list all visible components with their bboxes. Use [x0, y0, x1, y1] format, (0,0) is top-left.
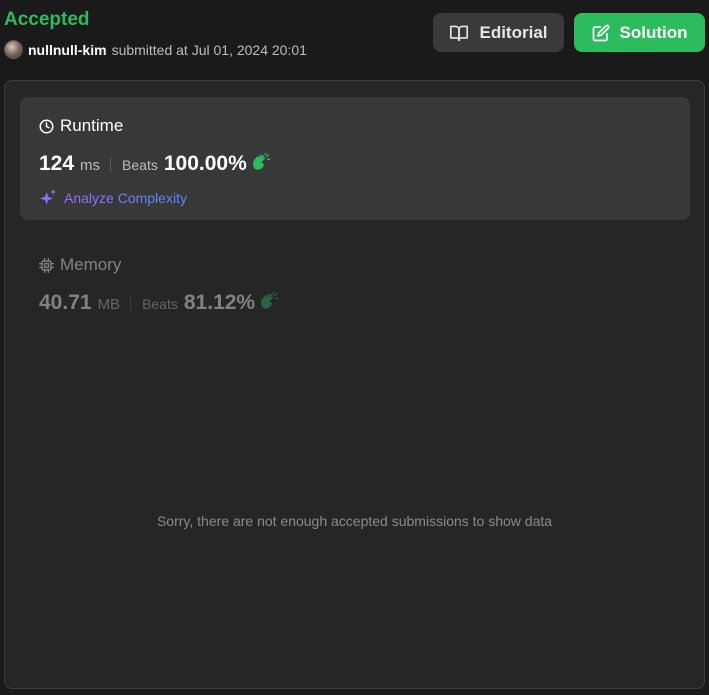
runtime-title: Runtime	[39, 116, 123, 136]
runtime-card[interactable]: Runtime 124 ms Beats 100.00% Analyze Com…	[20, 97, 690, 220]
editorial-button-label: Editorial	[479, 22, 548, 42]
username-link[interactable]: nullnull-kim	[28, 42, 107, 58]
runtime-unit: ms	[80, 157, 101, 174]
memory-title-label: Memory	[60, 255, 122, 274]
status-title: Accepted	[4, 9, 90, 30]
memory-unit: MB	[97, 296, 121, 313]
editorial-button[interactable]: Editorial	[433, 13, 564, 52]
book-open-icon	[450, 25, 469, 41]
submission-result-page: Accepted nullnull-kim submitted at Jul 0…	[0, 0, 709, 695]
memory-beats-value: 81.12%	[183, 291, 256, 314]
submitted-at-text: submitted at Jul 01, 2024 20:01	[111, 41, 307, 58]
solution-button[interactable]: Solution	[574, 13, 705, 52]
memory-title: Memory	[39, 255, 279, 275]
submitter-line: nullnull-kim submitted at Jul 01, 2024 2…	[4, 40, 307, 59]
avatar[interactable]	[4, 40, 23, 59]
empty-chart-message: Sorry, there are not enough accepted sub…	[156, 513, 553, 529]
memory-value: 40.71	[39, 291, 92, 314]
stats-panel: Runtime 124 ms Beats 100.00% Analyze Com…	[4, 80, 705, 689]
runtime-beats-label: Beats	[122, 157, 158, 173]
chip-icon	[39, 257, 54, 273]
metric-divider	[110, 156, 112, 172]
solution-button-label: Solution	[619, 22, 688, 42]
analyze-complexity-button[interactable]: Analyze Complexity	[39, 188, 187, 207]
clapping-hands-icon	[259, 291, 279, 315]
runtime-beats-value: 100.00%	[163, 152, 247, 175]
sparkle-icon	[39, 188, 57, 206]
clapping-hands-icon	[251, 152, 271, 176]
memory-metric: 40.71 MB Beats 81.12%	[39, 291, 279, 315]
runtime-value: 124	[39, 152, 75, 175]
memory-card[interactable]: Memory 40.71 MB Beats 81.12%	[39, 255, 279, 315]
runtime-metric: 124 ms Beats 100.00%	[39, 152, 271, 176]
clock-icon	[39, 119, 54, 133]
runtime-title-label: Runtime	[60, 116, 124, 135]
memory-beats-label: Beats	[142, 296, 178, 312]
edit-icon	[592, 24, 609, 41]
metric-divider	[130, 295, 132, 311]
analyze-complexity-label: Analyze Complexity	[64, 189, 187, 206]
